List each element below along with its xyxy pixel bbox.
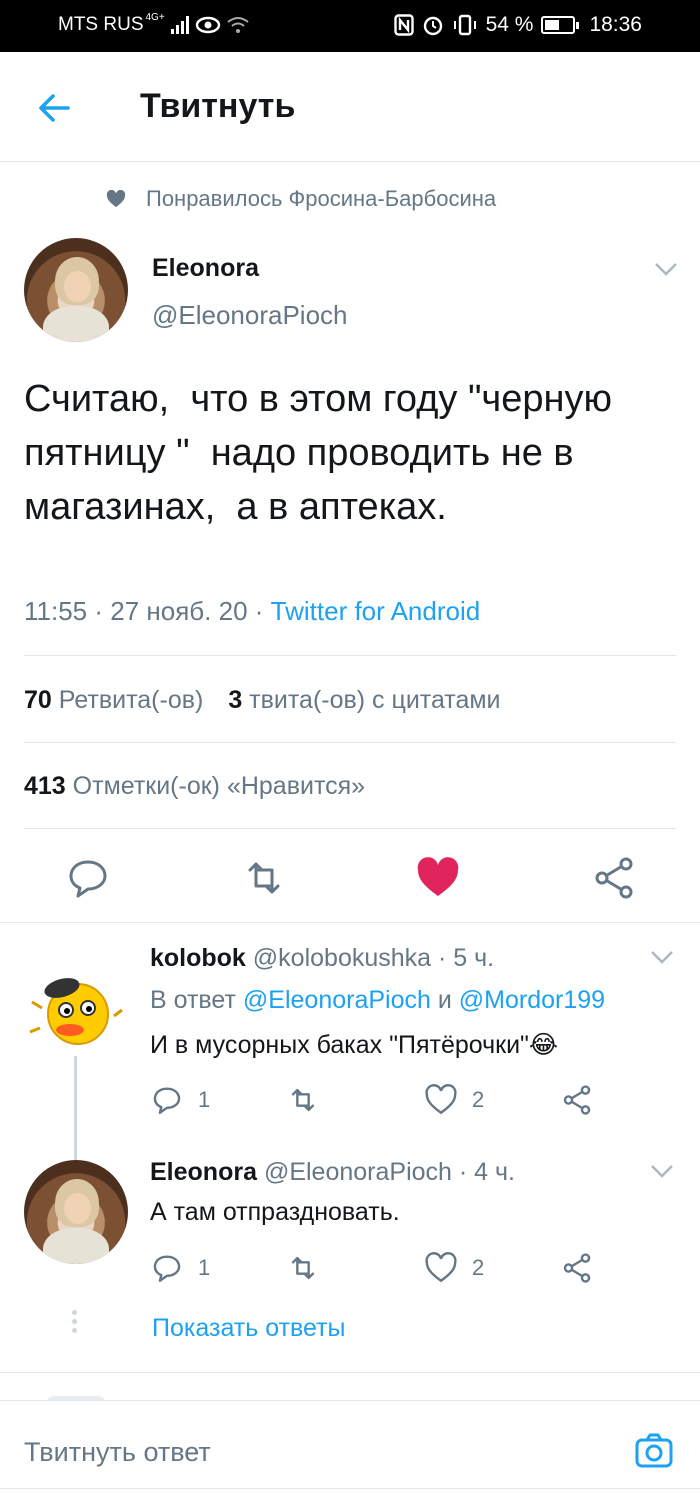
tweet-timestamp: 11:55 · 27 нояб. 20 · (24, 596, 271, 626)
liked-by-text: Понравилось Фросина-Барбосина (146, 186, 497, 211)
back-arrow-icon[interactable] (34, 88, 74, 128)
like-button[interactable]: 2 (424, 1251, 484, 1285)
share-button[interactable] (560, 1083, 594, 1117)
reply-avatar[interactable] (26, 958, 126, 1050)
reply-header: Eleonora @EleonoraPioch · 4 ч. (150, 1158, 515, 1187)
alarm-icon (423, 16, 442, 36)
battery-percent: 54 % (485, 13, 534, 36)
divider (24, 655, 676, 656)
reply-button[interactable]: 1 (150, 1083, 210, 1117)
reply-button[interactable]: 1 (150, 1251, 210, 1285)
reply-to-line: В ответ @EleonoraPioch и @Mordor199 (150, 986, 605, 1015)
compose-placeholder[interactable]: Твитнуть ответ (24, 1437, 211, 1468)
avatar-face (63, 271, 91, 303)
likes-label: Отметки(-ок) «Нравится» (72, 772, 366, 800)
social-context[interactable]: Понравилось Фросина-Барбосина (106, 186, 496, 212)
reply-to-prefix: В ответ (150, 986, 243, 1014)
like-icon[interactable] (414, 854, 462, 902)
reply-header: kolobok @kolobokushka · 5 ч. (150, 944, 494, 973)
battery-level (545, 20, 560, 30)
show-replies-link[interactable]: Показать ответы (152, 1314, 346, 1343)
reply-avatar[interactable] (24, 1160, 128, 1264)
reply-count: 1 (198, 1087, 211, 1112)
clock: 18:36 (589, 13, 642, 36)
share-icon (563, 1085, 591, 1115)
likes-count: 413 (24, 772, 66, 800)
divider (24, 742, 676, 743)
network-type: 4G+ (145, 11, 165, 23)
retweet-button[interactable] (286, 1251, 320, 1285)
reply-author-handle[interactable]: @kolobokushka · 5 ч. (253, 944, 494, 972)
divider (0, 1372, 700, 1373)
status-left: MTS RUS 4G+ (58, 11, 249, 36)
chevron-down-icon[interactable] (650, 950, 674, 964)
chevron-down-icon[interactable] (654, 262, 678, 276)
carrier-label: MTS RUS (58, 14, 144, 35)
retweets-count: 70 (24, 686, 52, 714)
reply-icon (153, 1255, 181, 1282)
tweet-actions (0, 840, 700, 922)
quotes-count: 3 (228, 686, 243, 714)
reply-icon (153, 1087, 181, 1114)
retweet-icon (291, 1256, 315, 1280)
avatar-body (42, 305, 110, 342)
eye-icon (195, 16, 220, 34)
likes-stats[interactable]: 413 Отметки(-ок) «Нравится» (24, 772, 365, 801)
reply-to-user-link[interactable]: @EleonoraPioch (243, 986, 431, 1014)
reply-actions: 1 2 (150, 1251, 630, 1285)
section-divider (0, 922, 700, 923)
battery-icon (541, 16, 580, 34)
quotes-label: твита(-ов) с цитатами (249, 686, 501, 714)
heart-icon (106, 190, 126, 208)
thread-continuation-dots (72, 1310, 77, 1333)
share-icon (563, 1253, 591, 1283)
share-icon[interactable] (590, 854, 638, 902)
kolobok-avatar-icon (29, 978, 123, 1045)
avatar-body (42, 1227, 110, 1264)
reply-actions: 1 2 (150, 1083, 630, 1117)
nfc-icon (393, 14, 414, 36)
thread-line (74, 1056, 77, 1160)
reply-author-handle[interactable]: @EleonoraPioch · 4 ч. (264, 1158, 515, 1186)
retweet-button[interactable] (286, 1083, 320, 1117)
like-count: 2 (472, 1087, 485, 1112)
retweets-label: Ретвита(-ов) (58, 686, 204, 714)
reply-text: И в мусорных баках "Пятёрочки"😂 (150, 1031, 559, 1059)
page-title: Твитнуть (140, 87, 296, 125)
camera-icon[interactable] (634, 1431, 674, 1471)
status-right: 54 % 18:36 (393, 13, 642, 37)
reply-text: А там отпраздновать. (150, 1198, 400, 1226)
retweet-icon[interactable] (240, 854, 288, 902)
like-button[interactable]: 2 (424, 1083, 484, 1117)
tweet-meta: 11:55 · 27 нояб. 20 · Twitter for Androi… (24, 596, 480, 627)
author-handle[interactable]: @EleonoraPioch (152, 300, 348, 331)
reply-count: 1 (198, 1255, 211, 1280)
divider (24, 828, 676, 829)
share-button[interactable] (560, 1251, 594, 1285)
author-name[interactable]: Eleonora (152, 254, 259, 283)
top-app-bar: Твитнуть (0, 52, 700, 162)
reply-icon[interactable] (64, 854, 112, 902)
reply-compose-bar[interactable]: Твитнуть ответ (0, 1400, 700, 1499)
author-avatar[interactable] (24, 238, 128, 342)
wifi-icon (227, 17, 249, 33)
reply-to-and: и (430, 986, 459, 1014)
retweet-stats[interactable]: 70 Ретвита(-ов) 3 твита(-ов) с цитатами (24, 686, 501, 715)
reply-author-name[interactable]: kolobok (150, 944, 246, 972)
signal-icon (170, 16, 189, 34)
heart-outline-icon (425, 1084, 457, 1115)
reply-author-name[interactable]: Eleonora (150, 1158, 257, 1186)
retweet-icon (291, 1088, 315, 1112)
tweet-text: Считаю, что в этом году "черную пятницу … (24, 378, 623, 528)
avatar-face (63, 1193, 91, 1225)
compose-underline (0, 1488, 700, 1489)
status-bar: MTS RUS 4G+ 54 % 18:36 (0, 0, 700, 52)
vibrate-icon (453, 14, 476, 36)
chevron-down-icon[interactable] (650, 1164, 674, 1178)
like-count: 2 (472, 1255, 485, 1280)
reply-to-user-link[interactable]: @Mordor199 (459, 986, 605, 1014)
heart-outline-icon (425, 1252, 457, 1283)
tweet-source-link[interactable]: Twitter for Android (271, 596, 481, 626)
